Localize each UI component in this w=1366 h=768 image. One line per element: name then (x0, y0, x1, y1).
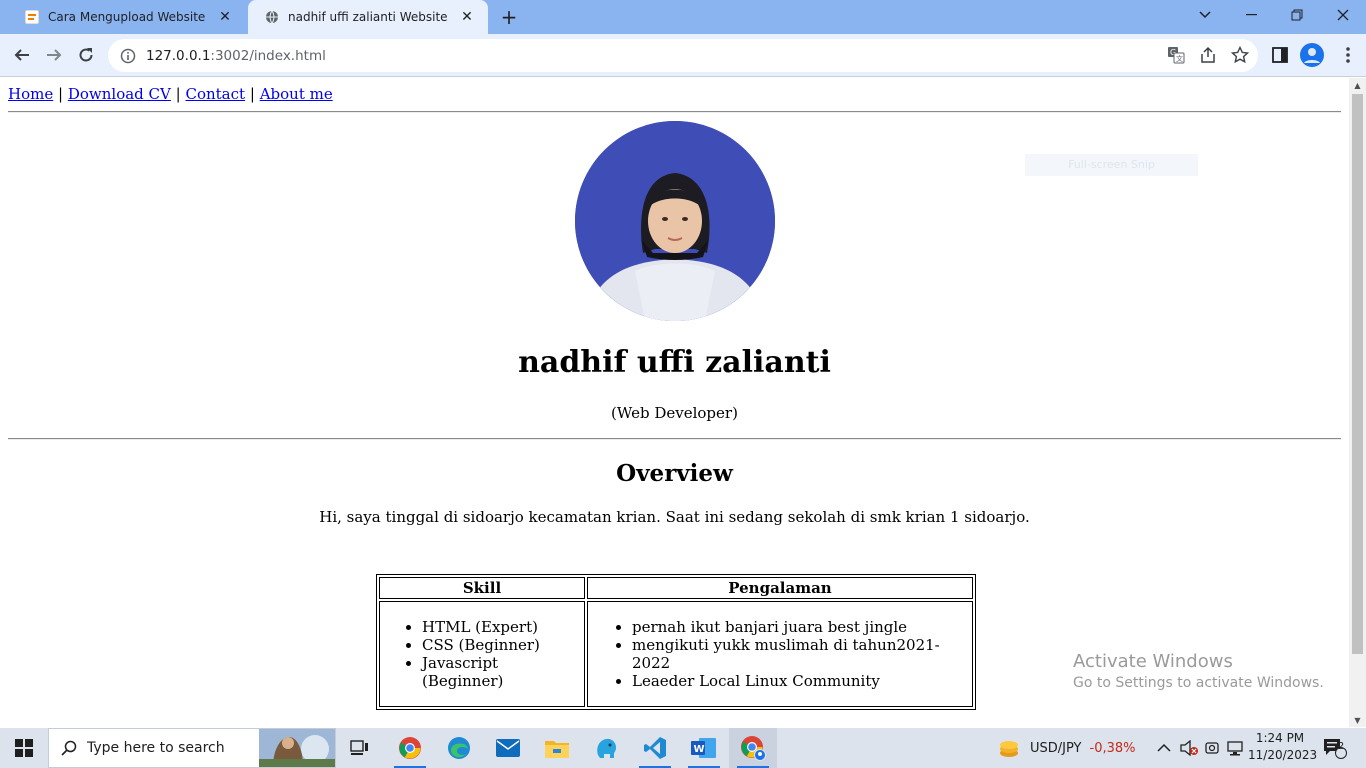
site-nav: Home | Download CV | Contact | About me (8, 85, 333, 103)
tab-close-icon[interactable]: ✕ (458, 8, 476, 26)
more-menu-icon[interactable] (1336, 42, 1360, 68)
tab-github-tutorial[interactable]: Cara Mengupload Website ke GitHub ✕ (8, 0, 246, 34)
elephant-app-icon[interactable] (582, 728, 630, 768)
skills-table: Skill Pengalaman HTML (Expert) CSS (Begi… (376, 574, 976, 710)
browser-toolbar: 127.0.0.1:3002/index.html G文 (0, 34, 1366, 77)
globe-icon (264, 9, 280, 25)
show-hidden-icons-chevron-icon[interactable] (1157, 728, 1171, 768)
experience-cell: pernah ikut banjari juara best jingle me… (587, 601, 973, 707)
scroll-thumb[interactable] (1352, 94, 1363, 654)
table-header-skill: Skill (379, 577, 585, 599)
tab-close-icon[interactable]: ✕ (216, 8, 234, 26)
new-tab-plus-icon[interactable]: + (497, 5, 521, 29)
profile-role: (Web Developer) (611, 404, 738, 422)
notification-count: 2 (1337, 741, 1345, 752)
profile-name: nadhif uffi zalianti (518, 345, 831, 380)
list-item: HTML (Expert) (422, 618, 576, 636)
table-header-row: Skill Pengalaman (379, 577, 973, 599)
word-icon[interactable]: W (680, 728, 728, 768)
nav-separator: | (58, 85, 64, 103)
ticker-label: USD/JPY (1030, 740, 1082, 756)
file-explorer-icon[interactable] (533, 728, 581, 768)
blogger-favicon-icon (24, 9, 40, 25)
chrome-icon[interactable] (386, 728, 434, 768)
reload-icon[interactable] (72, 41, 100, 69)
window-close-icon[interactable] (1320, 0, 1366, 30)
scroll-up-icon[interactable]: ▲ (1349, 78, 1366, 92)
minimize-icon[interactable] (1228, 0, 1274, 30)
site-info-icon[interactable] (120, 48, 136, 64)
meet-now-icon[interactable] (1204, 728, 1220, 768)
activate-windows-watermark: Activate Windows Go to Settings to activ… (1073, 651, 1324, 691)
nav-link-home[interactable]: Home (8, 85, 53, 103)
page-scrollbar[interactable]: ▲ ▼ (1349, 78, 1366, 727)
divider (8, 438, 1341, 440)
activate-title: Activate Windows (1073, 651, 1233, 672)
list-item: Leaeder Local Linux Community (632, 672, 964, 690)
overview-text: Hi, saya tinggal di sidoarjo kecamatan k… (319, 508, 1030, 526)
ticker-change: -0,38% (1089, 740, 1136, 756)
tab-title: Cara Mengupload Website ke GitHub (48, 10, 210, 24)
task-view-icon[interactable] (336, 728, 384, 768)
snip-overlay: Full-screen Snip (1025, 154, 1198, 176)
translate-icon[interactable]: G文 (1164, 42, 1188, 68)
forward-arrow-icon[interactable] (40, 41, 68, 69)
stock-ticker-widget[interactable]: USD/JPY -0,38% (998, 728, 1136, 768)
clock-time: 1:24 PM (1255, 731, 1305, 745)
back-arrow-icon[interactable] (8, 41, 36, 69)
skills-list: HTML (Expert) CSS (Beginner) Javascript … (382, 618, 576, 690)
address-bar[interactable]: 127.0.0.1:3002/index.html (108, 39, 1258, 72)
list-item: CSS (Beginner) (422, 636, 576, 654)
svg-text:文: 文 (1176, 54, 1183, 63)
restore-icon[interactable] (1274, 0, 1320, 30)
profile-photo (575, 121, 775, 321)
nav-link-contact[interactable]: Contact (185, 85, 245, 103)
currency-coins-icon (1000, 741, 1018, 757)
svg-text:W: W (694, 744, 705, 755)
nav-link-about-me[interactable]: About me (260, 85, 333, 103)
search-highlight-illustration-icon (259, 729, 335, 767)
search-icon (61, 740, 77, 756)
side-panel-icon[interactable] (1268, 42, 1292, 68)
web-page: Home | Download CV | Contact | About me … (0, 78, 1349, 727)
url-host: 127.0.0.1 (146, 47, 211, 64)
activate-subtitle: Go to Settings to activate Windows. (1073, 675, 1324, 691)
tab-strip: Cara Mengupload Website ke GitHub ✕ nadh… (0, 0, 1366, 34)
tab-title: nadhif uffi zalianti Website (288, 10, 448, 24)
url-path: :3002/index.html (210, 47, 326, 64)
network-icon[interactable] (1226, 728, 1244, 768)
tab-search-chevron-icon[interactable] (1182, 0, 1228, 30)
skills-cell: HTML (Expert) CSS (Beginner) Javascript … (379, 601, 585, 707)
vscode-icon[interactable] (631, 728, 679, 768)
nav-separator: | (249, 85, 255, 103)
scroll-down-icon[interactable]: ▼ (1349, 713, 1366, 727)
clock-date: 11/20/2023 (1248, 748, 1318, 762)
mail-icon[interactable] (484, 728, 532, 768)
table-header-pengalaman: Pengalaman (587, 577, 973, 599)
search-placeholder: Type here to search (87, 740, 225, 756)
divider (8, 111, 1341, 113)
notification-center-icon[interactable]: 2 (1323, 728, 1347, 768)
nav-separator: | (175, 85, 181, 103)
bookmark-star-icon[interactable] (1228, 42, 1252, 68)
list-item: pernah ikut banjari juara best jingle (632, 618, 964, 636)
windows-start-icon[interactable] (0, 728, 48, 768)
speaker-muted-icon[interactable] (1180, 728, 1198, 768)
url-text: 127.0.0.1:3002/index.html (146, 48, 326, 64)
chrome-profile-icon[interactable] (729, 728, 777, 768)
windows-taskbar: Type here to search W USD/JPY -0,38% 1:2… (0, 728, 1366, 768)
taskbar-search-box[interactable]: Type here to search (48, 728, 336, 768)
list-item: Javascript (Beginner) (422, 654, 576, 690)
tab-portfolio[interactable]: nadhif uffi zalianti Website ✕ (248, 0, 488, 34)
list-item: mengikuti yukk muslimah di tahun2021-202… (632, 636, 964, 672)
profile-icon[interactable] (1300, 42, 1324, 68)
table-row: HTML (Expert) CSS (Beginner) Javascript … (379, 601, 973, 707)
nav-link-download-cv[interactable]: Download CV (68, 85, 171, 103)
edge-icon[interactable] (435, 728, 483, 768)
taskbar-clock[interactable]: 1:24 PM 11/20/2023 (1248, 730, 1318, 764)
share-icon[interactable] (1196, 42, 1220, 68)
experience-list: pernah ikut banjari juara best jingle me… (590, 618, 964, 690)
overview-heading: Overview (616, 460, 733, 487)
